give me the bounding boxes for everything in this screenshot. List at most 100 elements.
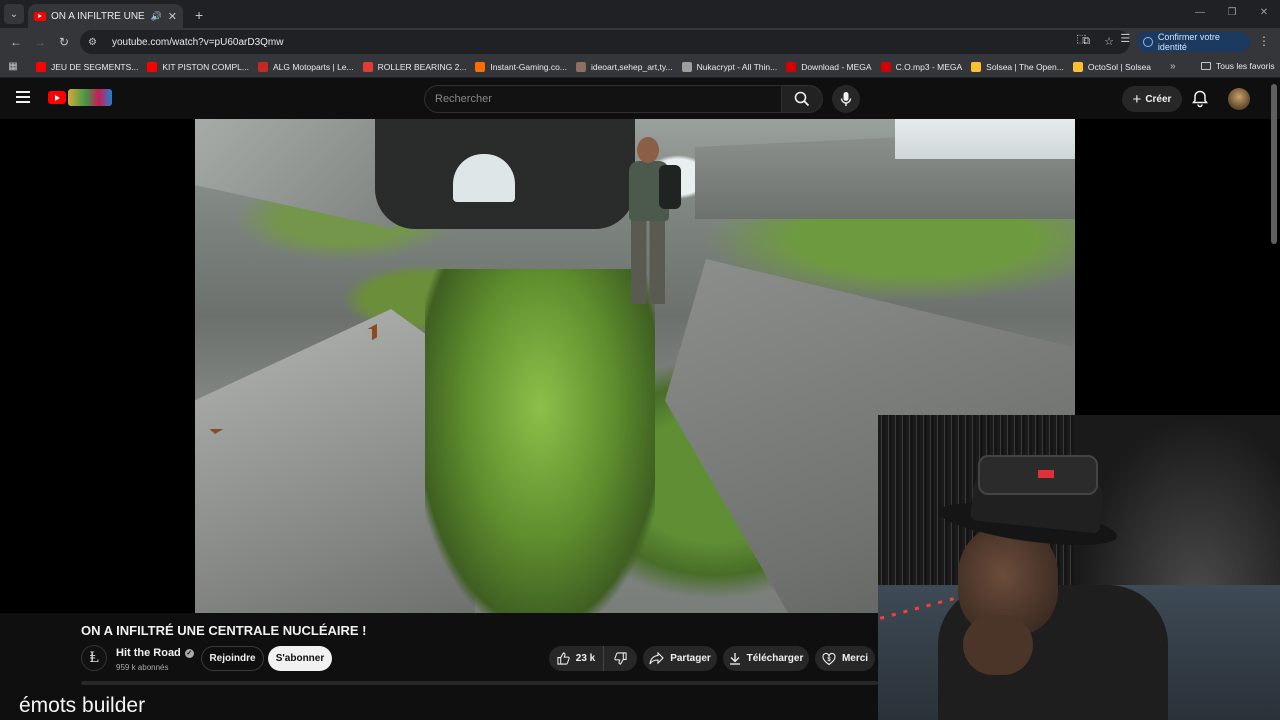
bookmark-label: C.O.mp3 - MEGA	[895, 61, 963, 72]
new-tab-button[interactable]: +	[195, 7, 203, 23]
video-scene-sky	[895, 119, 1075, 159]
minimize-button[interactable]: —	[1184, 0, 1216, 28]
notifications-bell-icon[interactable]	[1192, 90, 1208, 113]
bookmark-label: OctoSol | Solsea	[1087, 61, 1151, 72]
hat-red-accent	[1038, 470, 1054, 478]
thumbs-down-icon	[614, 652, 627, 665]
youtube-header: Rechercher + Créer	[0, 79, 1280, 119]
bookmark-label: JEU DE SEGMENTS...	[51, 61, 139, 72]
verified-check-icon: ✓	[184, 648, 194, 658]
like-dislike-group: 23 k	[549, 646, 637, 671]
svg-text:$: $	[827, 657, 831, 663]
streamer-hand	[963, 615, 1033, 675]
reading-list-icon[interactable]: ☰	[1120, 32, 1130, 45]
user-avatar[interactable]	[1228, 88, 1250, 110]
apps-grid-icon[interactable]: ▦	[0, 61, 26, 72]
bookmark-favicon-icon	[880, 61, 891, 72]
search-input[interactable]: Rechercher	[424, 85, 782, 113]
menu-hamburger-icon[interactable]	[16, 91, 30, 103]
download-label: Télécharger	[746, 653, 804, 664]
close-window-button[interactable]: ✕	[1248, 0, 1280, 28]
subscriber-count: 959 k abonnés	[116, 663, 169, 672]
bookmark-label: ALG Motoparts | Le...	[272, 61, 354, 72]
tab-search-button[interactable]: ⌄	[4, 4, 24, 24]
video-scene-vegetation	[425, 269, 655, 613]
search-icon	[794, 91, 810, 107]
webcam-overlay	[878, 415, 1280, 720]
share-label: Partager	[670, 653, 711, 664]
bookmark-favicon-icon	[36, 61, 46, 72]
share-arrow-icon	[649, 652, 664, 665]
join-button[interactable]: Rejoindre	[201, 646, 264, 671]
youtube-doodle-logo[interactable]	[68, 89, 112, 106]
account-icon	[1143, 37, 1153, 47]
bookmark-item[interactable]: Instant-Gaming.co...	[475, 61, 567, 72]
page-scrollbar[interactable]	[1271, 84, 1277, 244]
bookmark-favicon-icon	[147, 61, 158, 72]
youtube-logo-icon[interactable]	[48, 91, 66, 104]
bookmark-item[interactable]: Download - MEGA	[786, 61, 872, 72]
person-legs	[631, 219, 665, 304]
bookmark-item[interactable]: ideoart,sehep_art,ty...	[575, 61, 673, 72]
confirm-identity-label: Confirmer votre identité	[1157, 32, 1220, 52]
description-box[interactable]	[81, 681, 878, 685]
confirm-identity-button[interactable]: Confirmer votre identité	[1137, 32, 1250, 52]
bookmark-item[interactable]: Nukacrypt - All Thin...	[681, 61, 777, 72]
extensions-icon[interactable]: ⬚	[1076, 32, 1086, 45]
bookmark-favicon-icon	[575, 61, 586, 72]
channel-name: Hit the Road	[116, 647, 181, 659]
bookmark-favicon-icon	[257, 61, 268, 72]
bookmark-item[interactable]: ALG Motoparts | Le...	[257, 61, 354, 72]
video-scene-person	[623, 137, 681, 307]
bookmark-favicon-icon	[681, 61, 692, 72]
share-button[interactable]: Partager	[643, 646, 717, 671]
microphone-icon	[840, 92, 852, 106]
like-count: 23 k	[575, 653, 596, 664]
bookmark-item[interactable]: JEU DE SEGMENTS...	[36, 61, 139, 72]
subscribe-button[interactable]: S'abonner	[268, 646, 332, 671]
youtube-favicon-icon	[34, 11, 46, 21]
address-bar[interactable]: ⚙ youtube.com/watch?v=pU60arD3Qmw ⧉ ☆	[80, 30, 1130, 54]
active-tab[interactable]: ON A INFILTRÉ UNE CENTR 🔊 ✕	[28, 4, 183, 28]
more-bookmarks-icon[interactable]: »	[1170, 61, 1176, 72]
audio-playing-icon[interactable]: 🔊	[151, 11, 162, 22]
like-button[interactable]: 23 k	[549, 646, 604, 671]
all-favorites-folder[interactable]: Tous les favoris	[1201, 61, 1275, 71]
all-favorites-label: Tous les favoris	[1216, 61, 1275, 71]
forward-arrow-icon[interactable]: →	[28, 35, 52, 49]
voice-search-button[interactable]	[832, 85, 860, 113]
channel-name-link[interactable]: Hit the Road ✓	[116, 647, 194, 659]
maximize-button[interactable]: ❐	[1216, 0, 1248, 28]
url-text: youtube.com/watch?v=pU60arD3Qmw	[112, 36, 284, 48]
browser-menu-icon[interactable]: ⋮	[1258, 34, 1270, 48]
reload-icon[interactable]: ↻	[52, 35, 76, 49]
create-button[interactable]: + Créer	[1122, 86, 1182, 112]
bookmark-label: Download - MEGA	[801, 61, 872, 72]
bookmark-item[interactable]: Solsea | The Open...	[971, 61, 1064, 72]
thumbs-up-icon	[557, 652, 570, 665]
stream-overlay-text: émots builder	[19, 694, 146, 717]
site-info-icon[interactable]: ⚙	[88, 37, 102, 48]
person-head	[637, 137, 659, 163]
bookmark-favicon-icon	[362, 61, 373, 72]
plus-icon: +	[1132, 90, 1142, 108]
download-button[interactable]: Télécharger	[723, 646, 809, 671]
bookmark-item[interactable]: C.O.mp3 - MEGA	[880, 61, 963, 72]
bookmark-item[interactable]: KIT PISTON COMPL...	[147, 61, 249, 72]
super-thanks-icon: $	[822, 652, 836, 665]
channel-avatar[interactable]: Ⱡ	[81, 645, 107, 671]
window-controls: — ❐ ✕	[1184, 0, 1280, 28]
back-arrow-icon[interactable]: ←	[4, 35, 28, 49]
bookmark-label: KIT PISTON COMPL...	[162, 61, 249, 72]
video-title: ON A INFILTRÉ UNE CENTRALE NUCLÉAIRE !	[81, 623, 367, 638]
thanks-button[interactable]: $ Merci	[815, 646, 875, 671]
bookmark-item[interactable]: OctoSol | Solsea	[1072, 61, 1151, 72]
close-tab-icon[interactable]: ✕	[168, 10, 177, 23]
dislike-button[interactable]	[604, 652, 637, 665]
browser-tab-bar: ⌄ ON A INFILTRÉ UNE CENTR 🔊 ✕ + — ❐ ✕	[0, 0, 1280, 28]
bookmark-favicon-icon	[1072, 61, 1083, 72]
bookmark-list: JEU DE SEGMENTS... KIT PISTON COMPL... ALG…	[36, 61, 1160, 72]
bookmark-item[interactable]: ROLLER BEARING 2...	[362, 61, 466, 72]
browser-toolbar: ← → ↻ ⚙ youtube.com/watch?v=pU60arD3Qmw …	[0, 28, 1280, 56]
search-button[interactable]	[781, 85, 823, 113]
